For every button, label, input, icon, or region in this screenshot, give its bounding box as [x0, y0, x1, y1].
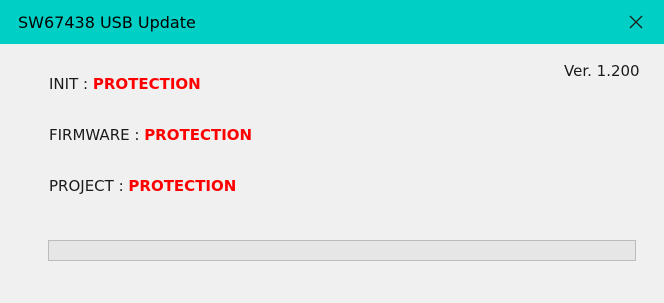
- window-title: SW67438 USB Update: [18, 13, 196, 32]
- version-label: Ver. 1.200: [564, 62, 640, 80]
- close-button[interactable]: [608, 0, 664, 44]
- init-status-row: INIT : PROTECTION: [49, 73, 201, 95]
- dialog-content: Ver. 1.200 INIT : PROTECTION FIRMWARE : …: [25, 44, 664, 303]
- init-label: INIT :: [49, 75, 93, 93]
- update-progress-bar: [48, 240, 636, 261]
- project-label: PROJECT :: [49, 177, 129, 195]
- firmware-status-row: FIRMWARE : PROTECTION: [49, 124, 252, 146]
- title-bar[interactable]: SW67438 USB Update: [0, 0, 664, 44]
- firmware-label: FIRMWARE :: [49, 126, 145, 144]
- firmware-value: PROTECTION: [144, 126, 253, 144]
- init-value: PROTECTION: [92, 75, 201, 93]
- project-value: PROTECTION: [128, 177, 237, 195]
- close-icon: [629, 15, 643, 29]
- update-window: SW67438 USB Update Ver. 1.200 INIT : PRO…: [0, 0, 664, 303]
- project-status-row: PROJECT : PROTECTION: [49, 175, 236, 197]
